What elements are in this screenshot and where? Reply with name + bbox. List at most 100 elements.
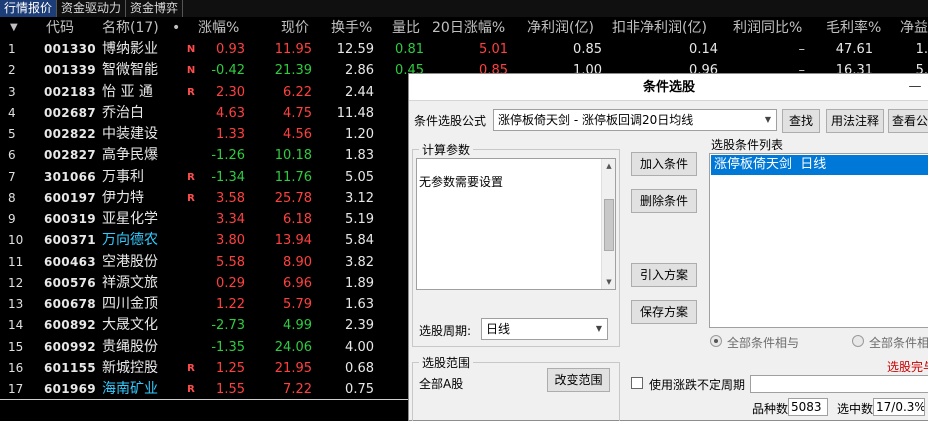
sort-arrow-icon[interactable]: ▼: [10, 17, 24, 39]
col-deducted-net-profit[interactable]: 扣非净利润(亿): [612, 17, 722, 39]
stock-screener-dialog: 条件选股 — 条件选股公式 涨停板倚天剑 - 涨停板回调20日均线 ▼ 查找 用…: [408, 73, 928, 421]
cell-chg: -1.35: [211, 339, 245, 355]
save-plan-button[interactable]: 保存方案: [631, 300, 697, 324]
cell-turn: 1.89: [345, 275, 374, 291]
cell-chg: 0.93: [216, 42, 245, 57]
cell-code: 600371: [44, 233, 96, 248]
cell-code: 600319: [44, 212, 96, 226]
cell-turn: 4.00: [345, 339, 374, 355]
add-condition-button[interactable]: 加入条件: [631, 152, 697, 176]
find-button[interactable]: 查找: [782, 109, 820, 133]
cell-idx: 12: [8, 275, 24, 290]
col-gross-margin[interactable]: 毛利率%: [826, 17, 891, 39]
cell-turn: 2.86: [345, 63, 374, 79]
cell-chg: -2.73: [211, 318, 245, 334]
cell-name: 空港股份: [102, 253, 158, 270]
cell-idx: 16: [8, 360, 24, 375]
scroll-down-icon[interactable]: ▼: [602, 275, 616, 289]
params-text: 无参数需要设置: [419, 175, 504, 189]
dialog-title[interactable]: 条件选股: [409, 74, 928, 101]
params-group-title: 计算参数: [419, 141, 474, 158]
or-radio[interactable]: [852, 335, 864, 347]
chevron-down-icon: ▼: [595, 324, 603, 333]
tab-fund-game[interactable]: 资金博弈: [126, 0, 184, 17]
cell-flag: [180, 252, 202, 273]
cell-name: 祥源文旅: [102, 274, 158, 291]
cell-idx: 3: [8, 84, 16, 99]
cell-name: 乔治白: [102, 104, 144, 121]
selected-value: 17/0.3%: [873, 398, 925, 416]
view-tabs: 行情报价 资金驱动力 资金博弈: [0, 0, 928, 17]
change-range-button[interactable]: 改变范围: [547, 368, 610, 392]
cell-flag: [180, 230, 202, 251]
import-plan-button[interactable]: 引入方案: [631, 263, 697, 287]
cell-turn: 3.12: [345, 190, 374, 206]
col-turnover[interactable]: 换手%: [331, 17, 379, 39]
cell-name: 海南矿业: [102, 381, 158, 397]
cell-nm: 1.: [915, 42, 928, 57]
tab-fund-drive[interactable]: 资金驱动力: [57, 0, 127, 17]
period-select-value: 日线: [486, 322, 511, 336]
cell-price: 5.79: [283, 297, 312, 312]
and-radio-label: 全部条件相与: [727, 336, 800, 350]
cell-turn: 0.68: [345, 360, 374, 376]
scroll-up-icon[interactable]: ▲: [602, 159, 616, 173]
table-row[interactable]: 1 001330 博纳影业 N 0.93 11.95 12.59 0.81 5.01 0.85 0.…: [0, 39, 928, 60]
scroll-thumb[interactable]: [604, 199, 614, 251]
radio-dot: [714, 339, 718, 343]
view-formula-button[interactable]: 查看公: [888, 109, 928, 133]
cell-dnp: 0.14: [689, 42, 718, 57]
cell-name: 万向德农: [102, 232, 158, 249]
use-period-checkbox[interactable]: [631, 377, 643, 389]
minimize-icon[interactable]: —: [908, 74, 922, 101]
cell-chg: 4.63: [216, 105, 245, 121]
tab-quotes[interactable]: 行情报价: [0, 0, 58, 17]
cell-flag: [180, 209, 202, 230]
range-group-title: 选股范围: [419, 354, 474, 371]
period-extra-input[interactable]: [750, 375, 928, 393]
cell-idx: 2: [8, 63, 16, 78]
cell-flag: R: [187, 192, 195, 204]
cell-code: 002687: [44, 105, 96, 120]
cell-turn: 5.19: [345, 212, 374, 227]
cell-turn: 1.20: [345, 127, 374, 142]
formula-select[interactable]: 涨停板倚天剑 - 涨停板回调20日均线 ▼: [493, 109, 777, 131]
condition-list-title: 选股条件列表: [711, 138, 784, 152]
condition-list-item[interactable]: 涨停板倚天剑 日线: [711, 155, 928, 175]
range-value: 全部A股: [419, 377, 464, 391]
cell-flag: R: [187, 362, 195, 374]
col-code[interactable]: 代码: [46, 17, 86, 39]
col-change-pct[interactable]: 涨幅%: [198, 17, 250, 39]
params-scrollbar[interactable]: ▲ ▼: [601, 159, 615, 289]
cell-price: 7.22: [283, 382, 312, 397]
status-text: 选股完与: [887, 360, 928, 374]
cell-turn: 12.59: [336, 42, 374, 57]
cell-name: 中装建设: [102, 126, 158, 142]
cell-idx: 1: [8, 42, 16, 56]
cell-code: 001330: [44, 42, 96, 56]
cell-flag: R: [187, 86, 195, 98]
col-net-profit[interactable]: 净利润(亿): [527, 17, 607, 39]
col-dot: •: [172, 20, 181, 36]
cell-turn: 5.84: [345, 233, 374, 249]
cell-turn: 1.63: [345, 297, 374, 312]
cell-chg: 1.25: [216, 360, 245, 376]
cell-code: 600576: [44, 275, 96, 290]
cell-price: 13.94: [274, 233, 312, 249]
col-name[interactable]: 名称(17): [102, 17, 172, 39]
and-radio[interactable]: [710, 335, 722, 347]
cell-name: 亚星化学: [102, 211, 158, 227]
col-change-20d[interactable]: 20日涨幅%: [432, 17, 512, 39]
cell-name: 四川金顶: [102, 296, 158, 312]
usage-notes-button[interactable]: 用法注释: [826, 109, 884, 133]
col-price[interactable]: 现价: [281, 17, 316, 39]
cell-name: 博纳影业: [102, 41, 158, 57]
col-volume-ratio[interactable]: 量比: [392, 17, 428, 39]
condition-list[interactable]: 涨停板倚天剑 日线: [709, 153, 928, 328]
col-net-margin[interactable]: 净益: [900, 17, 928, 39]
col-profit-yoy[interactable]: 利润同比%: [733, 17, 813, 39]
delete-condition-button[interactable]: 删除条件: [631, 189, 697, 213]
cell-idx: 6: [8, 148, 16, 163]
period-select[interactable]: 日线 ▼: [481, 318, 608, 340]
cell-name: 大晟文化: [102, 317, 158, 334]
